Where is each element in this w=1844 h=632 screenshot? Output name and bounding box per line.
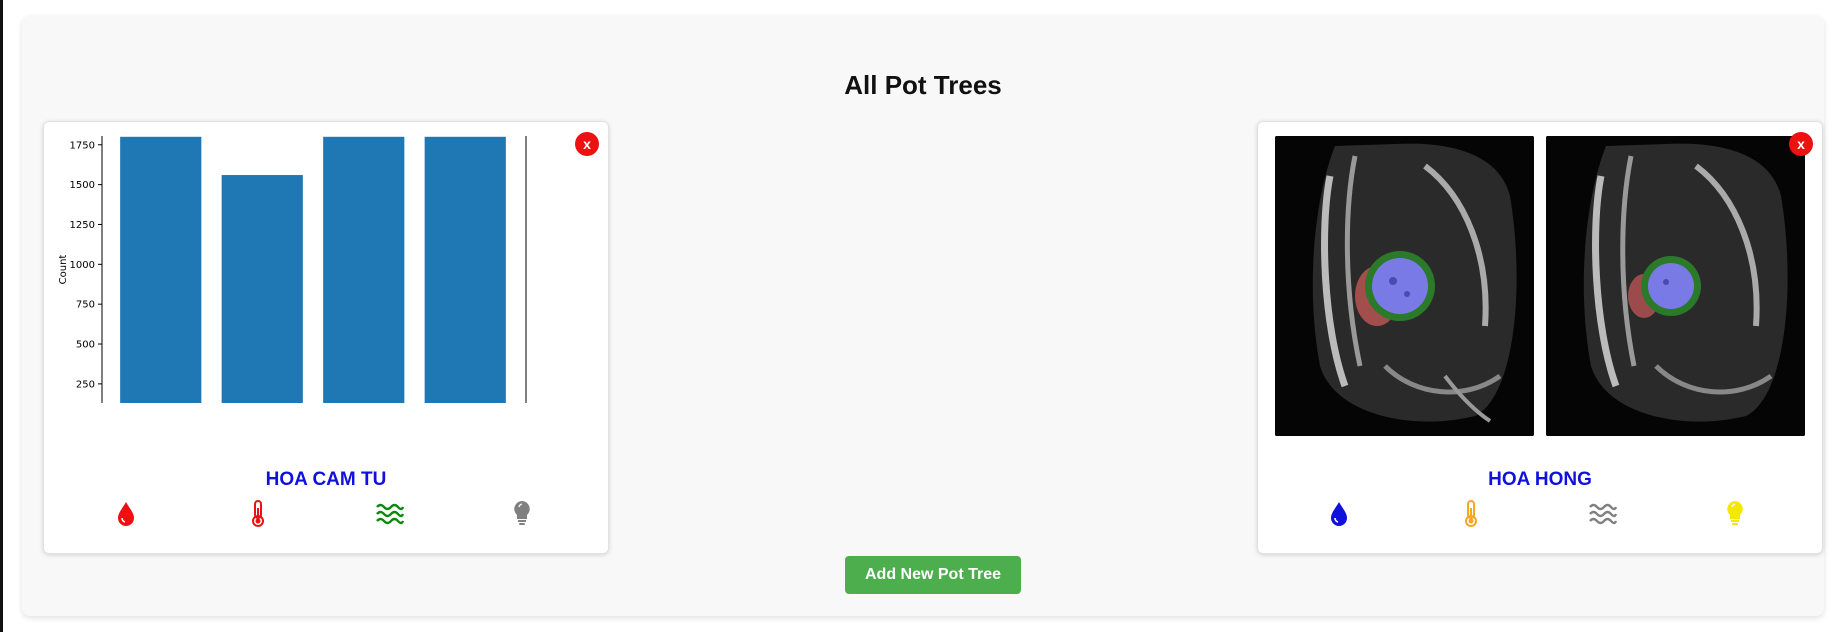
tree-name: HOA CAM TU [265,469,387,490]
tree-card-hoa-hong: x HOA HONG [1257,121,1823,554]
bar [323,136,405,404]
y-tick-label: 750 [76,300,95,311]
water-drop-icon[interactable] [1324,498,1354,528]
sensor-icon-row [44,498,608,532]
remove-tree-button[interactable]: x [575,132,599,156]
y-tick-label: 1000 [70,260,95,271]
humidity-waves-icon[interactable] [1588,498,1618,528]
page-title: All Pot Trees [844,70,1002,100]
thermometer-icon[interactable] [1456,498,1486,528]
light-bulb-icon[interactable] [507,498,537,528]
bar [120,136,202,404]
sensor-icon-row [1258,498,1822,532]
y-tick-label: 1250 [70,220,95,231]
y-tick-label: 500 [76,340,95,351]
tree-card-hoa-cam-tu: 250 500 750 1000 1250 1500 1750 Count x HOA CAM… [43,121,609,554]
window-left-border [0,0,3,632]
bar [424,136,506,404]
tree-photo-2 [1546,136,1805,436]
y-axis-label: Count [58,255,69,285]
light-bulb-icon[interactable] [1720,498,1750,528]
y-tick-label: 1500 [70,180,95,191]
humidity-waves-icon[interactable] [375,498,405,528]
tree-name: HOA HONG [1488,469,1592,490]
water-drop-icon[interactable] [111,498,141,528]
y-tick-label: 1750 [70,140,95,151]
thermometer-icon[interactable] [243,498,273,528]
count-bar-chart: 250 500 750 1000 1250 1500 1750 Count [58,136,527,404]
y-tick-label: 250 [76,379,95,390]
bar [221,175,303,403]
pot-trees-panel: All Pot Trees 250 500 750 1000 1250 1500 1750 C… [22,16,1824,616]
tree-photo-1 [1275,136,1534,436]
remove-tree-button[interactable]: x [1789,132,1813,156]
add-new-pot-tree-button[interactable]: Add New Pot Tree [845,556,1021,594]
